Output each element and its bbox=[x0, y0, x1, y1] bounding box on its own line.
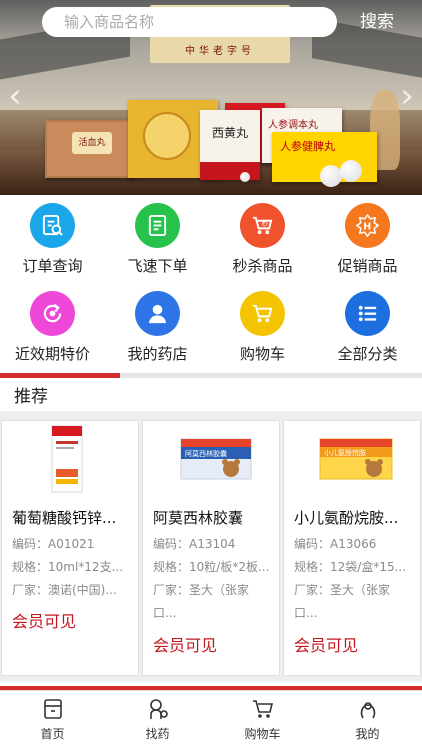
grid-item-label: 近效期特价 bbox=[14, 345, 90, 363]
product-code: 编码：A13066 bbox=[294, 537, 377, 551]
product-image: 阿莫西林胶囊 bbox=[143, 421, 279, 501]
product-box-6-label: 人参健脾丸 bbox=[280, 140, 335, 153]
grid-item-label: 我的药店 bbox=[127, 345, 188, 363]
search-input[interactable]: 输入商品名称 bbox=[42, 7, 337, 37]
flash-sale-icon: 秒 bbox=[240, 203, 285, 248]
svg-text:秒: 秒 bbox=[262, 219, 269, 228]
tab-home[interactable]: 首页 bbox=[0, 691, 105, 750]
product-image: 小儿氨酚烷胺 bbox=[284, 421, 420, 501]
promotion-icon: H bbox=[345, 203, 390, 248]
product-name: 小儿氨酚烷胺... bbox=[294, 509, 399, 527]
svg-text:小儿氨酚烷胺: 小儿氨酚烷胺 bbox=[324, 448, 366, 457]
bottom-tabbar: 首页 找药 购物车 我的 bbox=[0, 690, 422, 750]
product-image bbox=[2, 421, 138, 501]
section-divider bbox=[0, 373, 422, 378]
fast-order-icon bbox=[135, 203, 180, 248]
grid-item-cart[interactable]: 购物车 bbox=[210, 285, 315, 373]
all-categories-icon bbox=[345, 291, 390, 336]
home-icon bbox=[44, 699, 62, 719]
member-price: 会员可见 bbox=[12, 612, 77, 631]
cart-icon bbox=[253, 700, 274, 718]
chevron-right-icon[interactable]: › bbox=[396, 78, 418, 114]
product-box-3: 西黄丸 bbox=[200, 110, 260, 180]
section-title-recommend: 推荐 bbox=[14, 387, 48, 407]
find-medicine-icon bbox=[150, 699, 168, 719]
member-price: 会员可见 bbox=[294, 636, 359, 655]
section-divider-accent bbox=[0, 373, 120, 378]
product-spec: 规格：12袋/盒*15... bbox=[294, 560, 407, 574]
pill-ball bbox=[320, 165, 342, 187]
grid-item-label: 购物车 bbox=[239, 345, 285, 363]
product-maker: 厂家：圣大（张家 bbox=[153, 583, 250, 597]
product-box-3-label: 西黄丸 bbox=[212, 126, 249, 140]
product-maker: 厂家：圣大（张家 bbox=[294, 583, 391, 597]
product-maker: 厂家：澳诺(中国)... bbox=[12, 583, 117, 597]
expiry-special-icon bbox=[30, 291, 75, 336]
recommend-list: 葡萄糖酸钙锌... 编码：A01021 规格：10ml*12支... 厂家：澳诺… bbox=[0, 411, 422, 681]
search-placeholder: 输入商品名称 bbox=[64, 13, 155, 31]
product-card[interactable]: 葡萄糖酸钙锌... 编码：A01021 规格：10ml*12支... 厂家：澳诺… bbox=[1, 420, 139, 676]
product-maker-cont: 口... bbox=[294, 606, 318, 620]
banner-sign-text: 中华老字号 bbox=[185, 46, 255, 57]
pill-ball bbox=[240, 172, 250, 182]
search-button[interactable]: 搜索 bbox=[360, 7, 394, 37]
grid-item-label: 促销商品 bbox=[337, 257, 398, 275]
product-box-1: 活血丸 bbox=[45, 120, 135, 178]
product-spec: 规格：10粒/板*2板... bbox=[153, 560, 270, 574]
product-code: 编码：A13104 bbox=[153, 537, 236, 551]
product-box-3-band bbox=[200, 162, 260, 180]
product-box-2-emblem bbox=[143, 112, 191, 160]
tab-label: 找药 bbox=[145, 727, 170, 741]
profile-icon bbox=[360, 702, 376, 719]
grid-item-all-categories[interactable]: 全部分类 bbox=[315, 285, 420, 373]
member-price: 会员可见 bbox=[153, 636, 218, 655]
shortcut-grid: 订单查询 飞速下单 秒 秒杀商品 H 促销商品 近效期特价 我的药店 购物车 全… bbox=[0, 195, 422, 375]
svg-text:H: H bbox=[363, 221, 371, 232]
svg-text:阿莫西林胶囊: 阿莫西林胶囊 bbox=[185, 449, 227, 458]
tab-find-medicine[interactable]: 找药 bbox=[105, 691, 210, 750]
grid-item-my-pharmacy[interactable]: 我的药店 bbox=[105, 285, 210, 373]
tab-label: 购物车 bbox=[244, 727, 281, 741]
tab-profile[interactable]: 我的 bbox=[315, 691, 420, 750]
product-box-5-label: 人参调本丸 bbox=[268, 120, 318, 131]
cart-icon bbox=[240, 291, 285, 336]
tab-label: 我的 bbox=[355, 727, 380, 741]
product-box-1-label: 活血丸 bbox=[72, 132, 112, 154]
product-name: 葡萄糖酸钙锌... bbox=[12, 509, 117, 527]
grid-item-expiry-special[interactable]: 近效期特价 bbox=[0, 285, 105, 373]
my-pharmacy-icon bbox=[135, 291, 180, 336]
grid-item-label: 订单查询 bbox=[22, 257, 83, 275]
pill-ball bbox=[340, 160, 362, 182]
product-maker-cont: 口... bbox=[153, 606, 177, 620]
tab-cart[interactable]: 购物车 bbox=[210, 691, 315, 750]
product-card[interactable]: 阿莫西林胶囊 阿莫西林胶囊 编码：A13104 规格：10粒/板*2板... 厂… bbox=[142, 420, 280, 676]
grid-item-order-search[interactable]: 订单查询 bbox=[0, 197, 105, 285]
grid-item-fast-order[interactable]: 飞速下单 bbox=[105, 197, 210, 285]
grid-item-promotion[interactable]: H 促销商品 bbox=[315, 197, 420, 285]
grid-item-label: 秒杀商品 bbox=[232, 257, 293, 275]
product-card[interactable]: 小儿氨酚烷胺 小儿氨酚烷胺... 编码：A13066 规格：12袋/盒*15..… bbox=[283, 420, 421, 676]
grid-item-label: 全部分类 bbox=[337, 345, 398, 363]
product-name: 阿莫西林胶囊 bbox=[153, 509, 244, 527]
chevron-left-icon[interactable]: ‹ bbox=[4, 78, 26, 114]
product-spec: 规格：10ml*12支... bbox=[12, 560, 124, 574]
grid-item-flash-sale[interactable]: 秒 秒杀商品 bbox=[210, 197, 315, 285]
grid-item-label: 飞速下单 bbox=[127, 257, 188, 275]
order-search-icon bbox=[30, 203, 75, 248]
product-code: 编码：A01021 bbox=[12, 537, 95, 551]
tab-label: 首页 bbox=[40, 727, 65, 741]
